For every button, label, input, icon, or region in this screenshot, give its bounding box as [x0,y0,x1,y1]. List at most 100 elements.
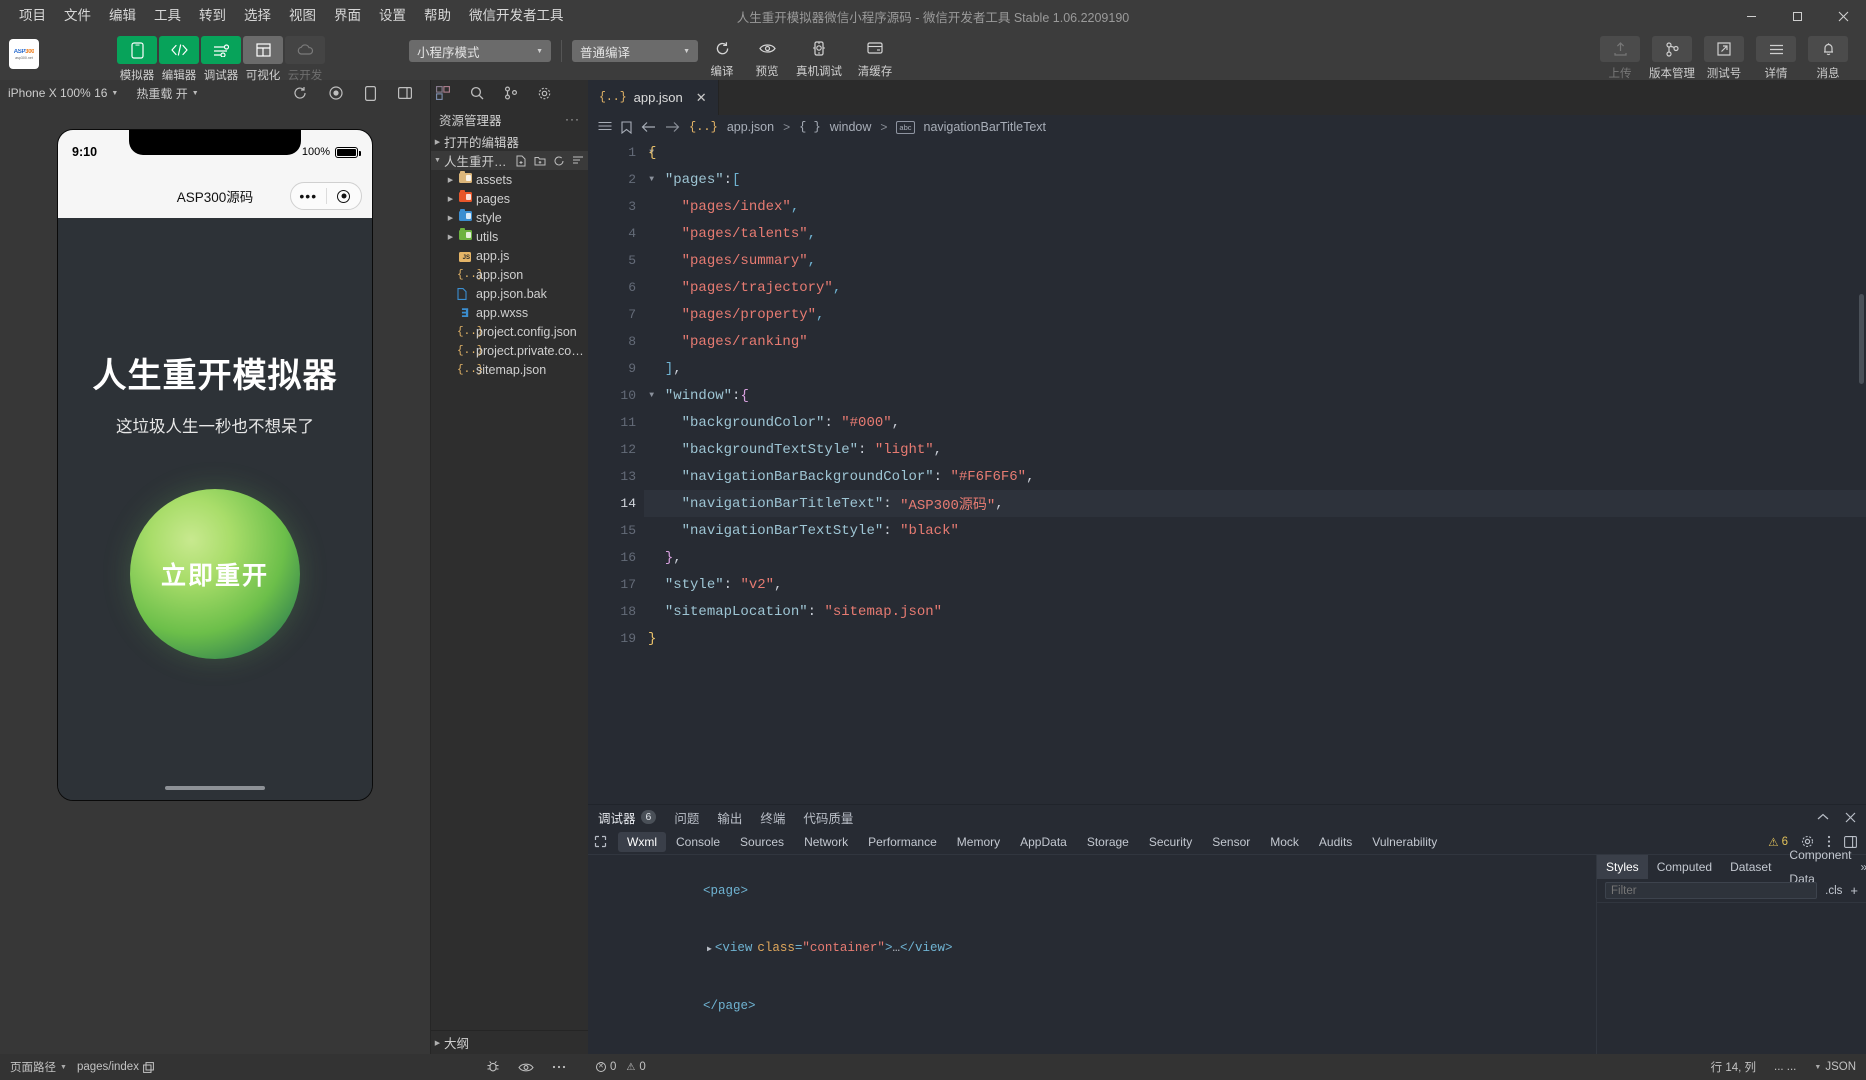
code-line[interactable]: }, [644,544,1866,571]
code-line[interactable]: "pages/ranking" [644,328,1866,355]
page-path-value[interactable]: pages/index [77,1061,154,1073]
menu-item-goto[interactable]: 转到 [190,5,235,27]
tree-file-sitemap-json[interactable]: ▶ {..} sitemap.json [431,360,588,379]
warning-count-group[interactable]: ⚠ 0 [626,1061,645,1073]
code-content[interactable]: { "pages":[ "pages/index", "pages/talent… [644,139,1866,804]
wxml-tree[interactable]: <page> ▶<viewclass="container">…</view> … [588,855,1596,1054]
tree-file-app-js[interactable]: ▶ JS app.js [431,246,588,265]
code-editor[interactable]: 1▼2▼345678910▼111213141516171819 { "page… [588,139,1866,804]
language-mode[interactable]: ▼ JSON [1814,1061,1856,1073]
menu-item-settings[interactable]: 设置 [370,5,415,27]
tree-folder-style[interactable]: ▶ style [431,208,588,227]
cls-button[interactable]: .cls [1825,885,1842,897]
code-line[interactable]: "pages/summary", [644,247,1866,274]
tree-section-project[interactable]: ▼ 人生重开模... [431,151,588,170]
menu-item-file[interactable]: 文件 [55,5,100,27]
new-file-icon[interactable] [515,155,527,167]
toolbar-button-debugger[interactable]: 调试器 [201,36,241,83]
menu-item-devtools[interactable]: 微信开发者工具 [460,5,573,27]
code-line[interactable]: "backgroundColor": "#000", [644,409,1866,436]
menu-item-interface[interactable]: 界面 [325,5,370,27]
code-line[interactable]: "pages/trajectory", [644,274,1866,301]
code-line[interactable]: "window":{ [644,382,1866,409]
compile-button[interactable]: 编译 [700,36,744,79]
devtools-tab-output[interactable]: 输出 [717,808,742,827]
devtools-subtab-appdata[interactable]: AppData [1010,829,1077,855]
menu-item-select[interactable]: 选择 [235,5,280,27]
toolbar-button-simulator[interactable]: 模拟器 [117,36,157,83]
devtools-subtab-performance[interactable]: Performance [858,829,947,855]
devtools-subtab-storage[interactable]: Storage [1077,829,1139,855]
bug-icon[interactable] [486,1060,500,1074]
list-icon[interactable] [598,121,612,133]
code-line[interactable]: "sitemapLocation": "sitemap.json" [644,598,1866,625]
breadcrumb-window[interactable]: window [830,120,872,134]
toolbar-button-visual[interactable]: 可视化 [243,36,283,83]
menu-item-project[interactable]: 项目 [10,5,55,27]
devtools-subtab-console[interactable]: Console [666,829,730,855]
hotreload-select[interactable]: 热重载 开 ▼ [136,85,198,102]
chevron-right-icon[interactable]: ▶ [707,945,712,954]
details-button[interactable]: 详情 [1752,36,1800,81]
tree-section-open-editors[interactable]: ▶ 打开的编辑器 [431,132,588,151]
messages-button[interactable]: 消息 [1804,36,1852,81]
arrow-right-icon[interactable] [665,121,680,133]
styles-tab-computed[interactable]: Computed [1648,855,1721,879]
toolbar-button-editor[interactable]: 编辑器 [159,36,199,83]
styles-overflow-icon[interactable]: » [1860,860,1866,874]
devtools-subtab-wxml[interactable]: Wxml [618,832,666,852]
code-line[interactable]: { [644,139,1866,166]
close-button[interactable] [1820,0,1866,32]
tree-file-app-wxss[interactable]: ▶ ∃ app.wxss [431,303,588,322]
new-folder-icon[interactable] [534,155,546,167]
devtools-subtab-mock[interactable]: Mock [1260,829,1309,855]
devtools-tab-code-quality[interactable]: 代码质量 [803,808,853,827]
devtools-subtab-audits[interactable]: Audits [1309,829,1362,855]
code-line[interactable]: "navigationBarTextStyle": "black" [644,517,1866,544]
styles-tab-dataset[interactable]: Dataset [1721,855,1780,879]
close-icon[interactable] [1845,812,1856,823]
breadcrumb-property[interactable]: navigationBarTitleText [924,120,1047,134]
bookmark-icon[interactable] [621,121,632,134]
code-line[interactable]: } [644,625,1866,652]
outline-section[interactable]: ▶ 大纲 [431,1030,588,1054]
code-line[interactable]: "pages/index", [644,193,1866,220]
extensions-icon[interactable] [436,86,450,100]
close-icon[interactable]: ✕ [696,90,707,106]
test-account-button[interactable]: 测试号 [1700,36,1748,81]
indentation-setting[interactable]: ... ... [1774,1061,1796,1073]
devtools-tab-terminal[interactable]: 终端 [760,808,785,827]
code-line[interactable]: "backgroundTextStyle": "light", [644,436,1866,463]
wxml-line[interactable]: </page> [598,978,1596,1035]
menu-item-tools[interactable]: 工具 [145,5,190,27]
source-control-icon[interactable] [504,86,518,100]
record-icon[interactable] [329,86,343,101]
menu-item-edit[interactable]: 编辑 [100,5,145,27]
code-line[interactable]: "navigationBarBackgroundColor": "#F6F6F6… [644,463,1866,490]
breadcrumb-file[interactable]: app.json [727,120,774,134]
arrow-left-icon[interactable] [641,121,656,133]
explorer-more-icon[interactable]: ··· [565,112,580,126]
window-icon[interactable] [398,86,412,101]
device-select[interactable]: iPhone X 100% 16 ▼ [8,86,118,100]
inspect-element-icon[interactable] [594,835,618,848]
devtools-subtab-sensor[interactable]: Sensor [1202,829,1260,855]
wxml-line[interactable]: <page> [598,863,1596,920]
tree-file-project-config[interactable]: ▶ {..} project.config.json [431,322,588,341]
wxml-line[interactable]: ▶<viewclass="container">…</view> [598,920,1596,978]
code-line[interactable]: "style": "v2", [644,571,1866,598]
upload-button[interactable]: 上传 [1596,36,1644,81]
editor-scrollbar[interactable] [1859,294,1864,384]
compile-select[interactable]: 普通编译 ▼ [572,40,698,62]
devtools-subtab-sources[interactable]: Sources [730,829,794,855]
clear-cache-button[interactable]: 清缓存 [849,36,901,79]
tree-file-app-json[interactable]: ▶ {..} app.json [431,265,588,284]
editor-tab-app-json[interactable]: {..} app.json ✕ [588,80,719,115]
chevron-up-icon[interactable] [1817,812,1829,823]
search-icon[interactable] [470,86,484,100]
devtools-subtab-security[interactable]: Security [1139,829,1202,855]
tree-folder-assets[interactable]: ▶ assets [431,170,588,189]
preview-button[interactable]: 预览 [745,36,789,79]
devtools-tab-problems[interactable]: 问题 [674,808,699,827]
styles-tab-styles[interactable]: Styles [1597,855,1648,879]
